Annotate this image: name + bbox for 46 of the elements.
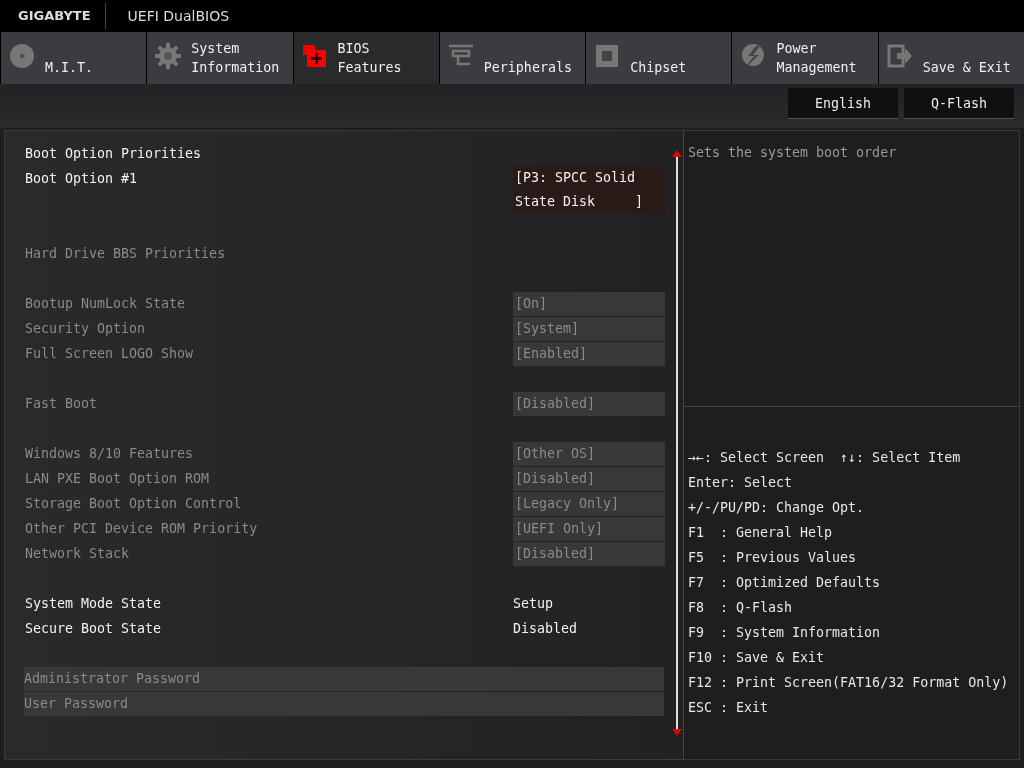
setting-label: LAN PXE Boot Option ROM [25, 471, 211, 486]
key-help-line: F8 : Q-Flash [688, 599, 794, 617]
key-help-line: F10 : Save & Exit [688, 649, 826, 667]
disc-icon [9, 43, 35, 69]
exit-icon [886, 43, 913, 69]
key-help-line: Enter: Select [688, 474, 794, 492]
help-text: Sets the system boot order [688, 145, 897, 160]
menu-tab[interactable]: BIOS Features [293, 32, 439, 84]
setting-label: Boot Option #1 [25, 170, 139, 188]
setting-label: Network Stack [25, 546, 131, 561]
setting-label: Storage Boot Option Control [25, 496, 243, 511]
menu-tab[interactable]: Power Management [732, 32, 878, 84]
setting-label: System Mode State [25, 596, 163, 611]
setting-label: Bootup NumLock State [25, 296, 187, 311]
key-help-line: F9 : System Information [688, 624, 882, 642]
setting-label: Full Screen LOGO Show [25, 346, 195, 361]
setting-value: Setup [513, 596, 554, 611]
key-help-line: F12 : Print Screen(FAT16/32 Format Only) [688, 674, 1010, 692]
scroll-bar[interactable] [671, 149, 683, 737]
setting-value: Disabled [513, 621, 578, 636]
key-help-line: +/-/PU/PD: Change Opt. [688, 499, 866, 517]
setting-label: Windows 8/10 Features [25, 446, 195, 461]
product-title: UEFI DualBIOS [127, 8, 230, 24]
toolbar-button[interactable]: Q-Flash [904, 88, 1014, 119]
menu-tab[interactable]: Save & Exit [878, 32, 1024, 84]
setting-label: Secure Boot State [25, 621, 163, 636]
setting-label: Fast Boot [25, 396, 99, 411]
setting-label: Security Option [25, 321, 147, 336]
key-help-line: F1 : General Help [688, 524, 834, 542]
key-help-line: F7 : Optimized Defaults [688, 574, 882, 592]
menu-tab[interactable]: System Information [147, 32, 293, 84]
key-help-line: ESC : Exit [688, 699, 770, 717]
key-help-line: F5 : Previous Values [688, 549, 858, 567]
chip-icon [301, 43, 328, 69]
setting-label: Other PCI Device ROM Priority [25, 521, 259, 536]
lightning-icon [740, 43, 767, 69]
menu-tab[interactable]: M.I.T. [1, 32, 147, 84]
setting-value[interactable]: [P3: SPCC Solid State Disk ] [513, 166, 665, 214]
setting-label: Boot Option Priorities [25, 146, 203, 161]
key-help-line: →←: Select Screen ↑↓: Select Item [688, 449, 962, 467]
menu-tab[interactable]: Peripherals [439, 32, 586, 84]
menu-tab[interactable]: Chipset [586, 32, 732, 84]
brand-logo: GIGABYTE [0, 3, 106, 29]
chip-icon [594, 43, 621, 69]
gear-icon [155, 43, 182, 69]
toolbar-button[interactable]: English [788, 88, 898, 119]
